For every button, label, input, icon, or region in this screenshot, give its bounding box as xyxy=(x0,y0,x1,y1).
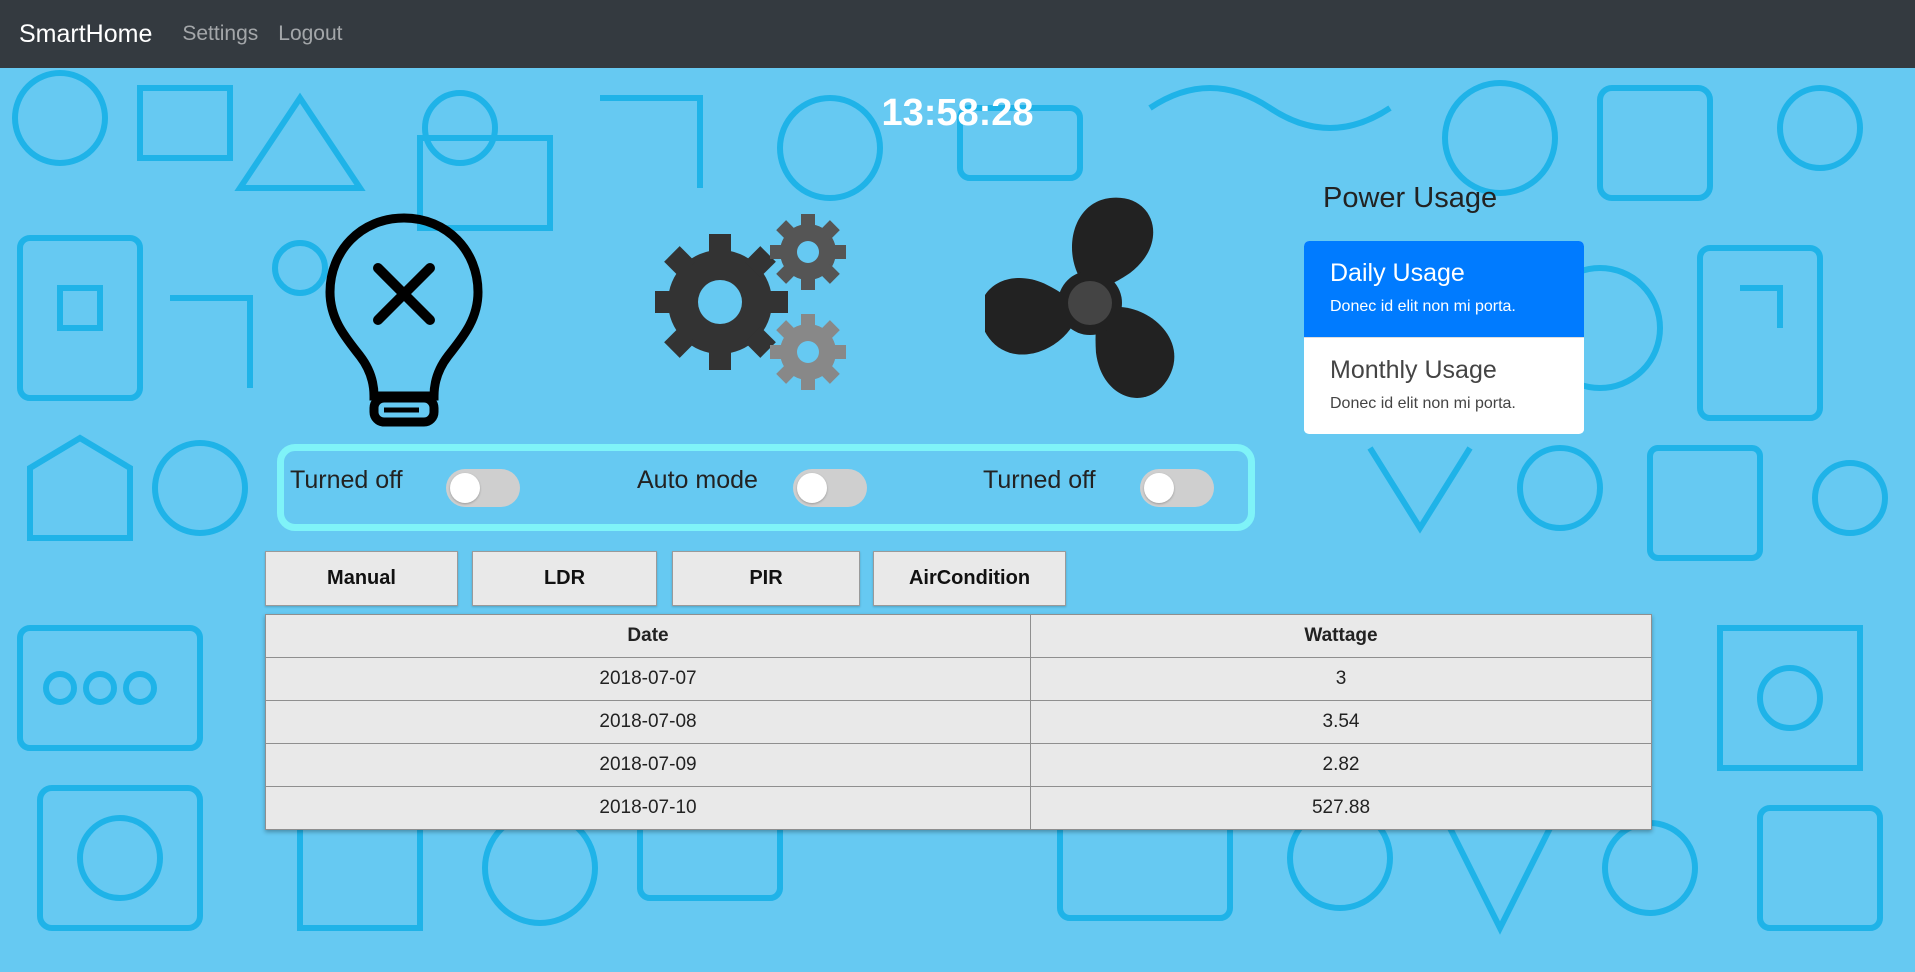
auto-mode-label: Auto mode xyxy=(637,466,758,494)
light-toggle[interactable] xyxy=(446,469,520,507)
power-usage-title: Power Usage xyxy=(1323,182,1498,214)
wattage-cell: 3 xyxy=(1030,657,1652,701)
toggle-knob xyxy=(450,473,480,503)
manual-button[interactable]: Manual xyxy=(265,551,458,606)
navbar: SmartHome Settings Logout xyxy=(0,0,1915,68)
list-item-text: Donec id elit non mi porta. xyxy=(1330,395,1516,412)
power-usage-list: Daily Usage Donec id elit non mi porta. … xyxy=(1304,241,1584,434)
toggle-knob xyxy=(797,473,827,503)
ldr-button[interactable]: LDR xyxy=(472,551,657,606)
table-row: 2018-07-09 2.82 xyxy=(265,743,1652,787)
table-header-row: Date Wattage xyxy=(265,614,1652,658)
aircondition-button[interactable]: AirCondition xyxy=(873,551,1066,606)
monthly-usage-item[interactable]: Monthly Usage Donec id elit non mi porta… xyxy=(1304,337,1584,433)
nav-link-logout[interactable]: Logout xyxy=(278,22,342,46)
wattage-cell: 2.82 xyxy=(1030,743,1652,787)
nav-link-settings[interactable]: Settings xyxy=(182,22,258,46)
brand-logo[interactable]: SmartHome xyxy=(19,20,152,49)
column-header-wattage: Wattage xyxy=(1030,614,1652,658)
list-item-title: Daily Usage xyxy=(1330,259,1465,287)
wattage-cell: 527.88 xyxy=(1030,786,1652,830)
toggle-knob xyxy=(1144,473,1174,503)
fan-status-label: Turned off xyxy=(983,466,1096,494)
fan-icon[interactable] xyxy=(985,195,1195,410)
date-cell: 2018-07-09 xyxy=(265,743,1031,787)
date-cell: 2018-07-10 xyxy=(265,786,1031,830)
date-cell: 2018-07-07 xyxy=(265,657,1031,701)
date-cell: 2018-07-08 xyxy=(265,700,1031,744)
table-row: 2018-07-07 3 xyxy=(265,657,1652,701)
usage-table: Date Wattage 2018-07-07 3 2018-07-08 3.5… xyxy=(265,614,1652,830)
pir-button[interactable]: PIR xyxy=(672,551,860,606)
table-row: 2018-07-10 527.88 xyxy=(265,786,1652,830)
lightbulb-off-icon[interactable] xyxy=(324,212,484,432)
table-row: 2018-07-08 3.54 xyxy=(265,700,1652,744)
light-status-label: Turned off xyxy=(290,466,403,494)
controls-panel xyxy=(277,444,1255,531)
daily-usage-item[interactable]: Daily Usage Donec id elit non mi porta. xyxy=(1304,241,1584,337)
wattage-cell: 3.54 xyxy=(1030,700,1652,744)
clock: 13:58:28 xyxy=(881,92,1034,134)
list-item-text: Donec id elit non mi porta. xyxy=(1330,298,1516,315)
fan-toggle[interactable] xyxy=(1140,469,1214,507)
auto-mode-toggle[interactable] xyxy=(793,469,867,507)
list-item-title: Monthly Usage xyxy=(1330,356,1497,384)
gears-icon[interactable] xyxy=(655,212,855,392)
column-header-date: Date xyxy=(265,614,1031,658)
